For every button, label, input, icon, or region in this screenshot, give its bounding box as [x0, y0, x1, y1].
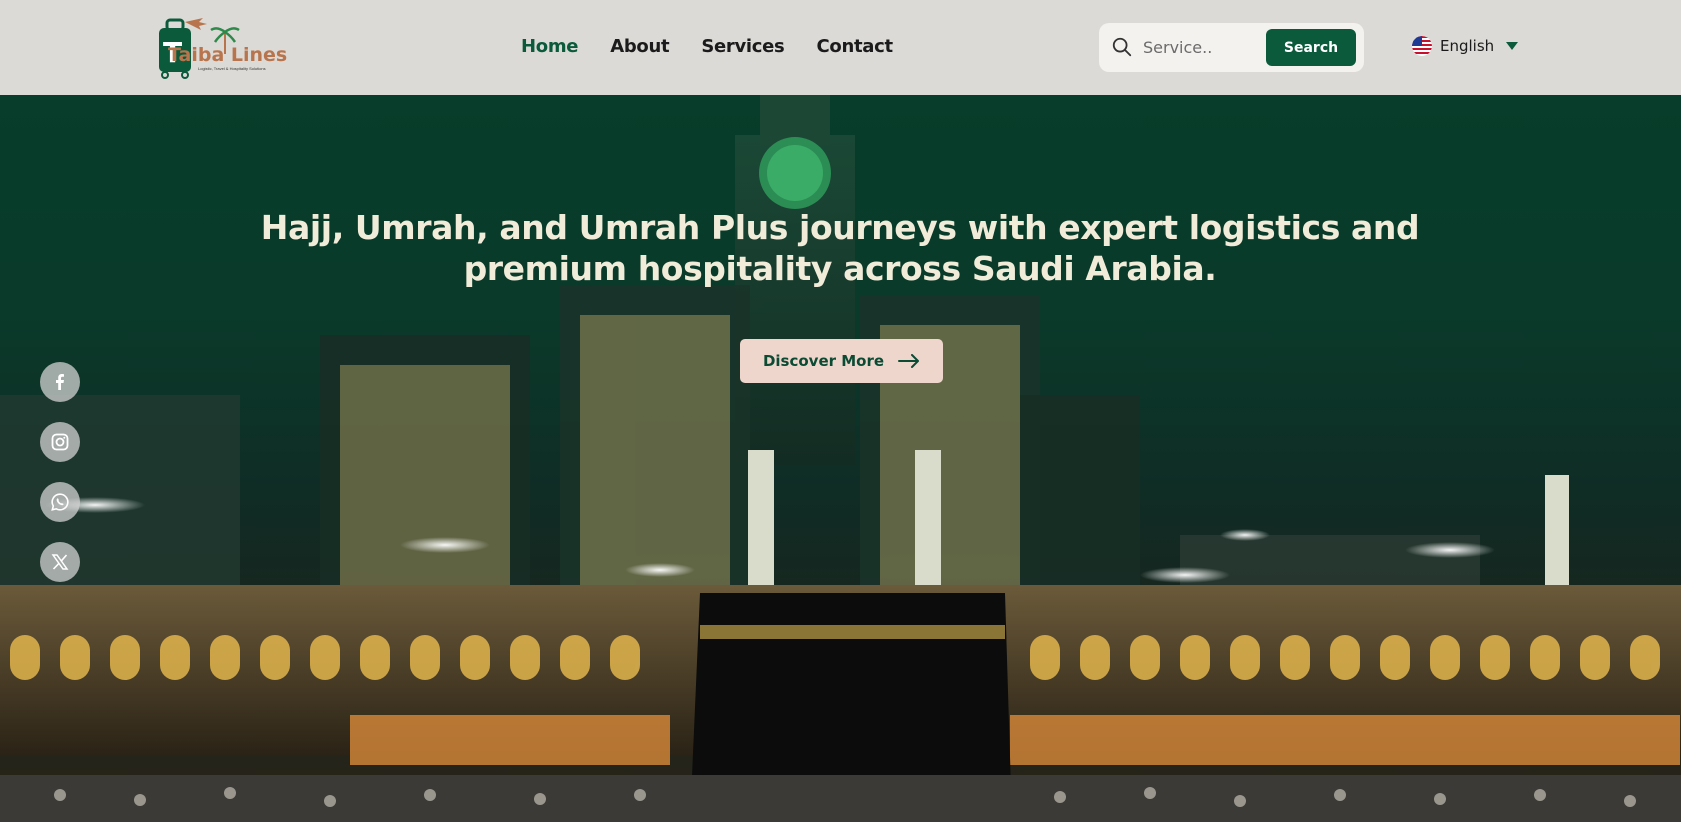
x-twitter-icon [51, 554, 69, 570]
main-nav: Home About Services Contact [521, 36, 893, 57]
nav-services[interactable]: Services [701, 36, 784, 57]
mecca-kaaba-background-image [0, 95, 1681, 822]
x-twitter-link[interactable] [40, 542, 80, 582]
whatsapp-icon [51, 493, 69, 511]
search-button[interactable]: Search [1266, 29, 1356, 66]
instagram-icon [51, 433, 69, 451]
facebook-icon [56, 374, 64, 390]
whatsapp-link[interactable] [40, 482, 80, 522]
search-bar: Search [1099, 23, 1364, 72]
discover-more-label: Discover More [762, 352, 885, 370]
social-links [40, 362, 80, 582]
hero-headline-line2: premium hospitality across Saudi Arabia. [463, 249, 1217, 288]
instagram-link[interactable] [40, 422, 80, 462]
nav-contact[interactable]: Contact [816, 36, 893, 57]
hero-section: Hajj, Umrah, and Umrah Plus journeys wit… [0, 95, 1681, 822]
language-label: English [1440, 37, 1495, 55]
arrow-right-icon [898, 354, 920, 368]
chevron-down-icon [1506, 42, 1519, 50]
language-selector[interactable]: English [1412, 36, 1519, 56]
us-flag-icon [1412, 36, 1432, 56]
nav-home[interactable]: Home [521, 36, 579, 57]
nav-about[interactable]: About [610, 36, 669, 57]
brand-tagline: Logistic, Travel & Hospitality Solutions [198, 66, 266, 71]
hero-headline: Hajj, Umrah, and Umrah Plus journeys wit… [240, 207, 1440, 289]
search-input[interactable] [1143, 31, 1253, 63]
discover-more-button[interactable]: Discover More [740, 339, 943, 383]
site-header: T Taiba Lines Logistic, Travel & Hospita… [0, 0, 1681, 95]
facebook-link[interactable] [40, 362, 80, 402]
hero-headline-line1: Hajj, Umrah, and Umrah Plus journeys wit… [260, 208, 1420, 247]
brand-name: Taiba Lines [168, 44, 288, 66]
search-icon [1112, 37, 1132, 57]
